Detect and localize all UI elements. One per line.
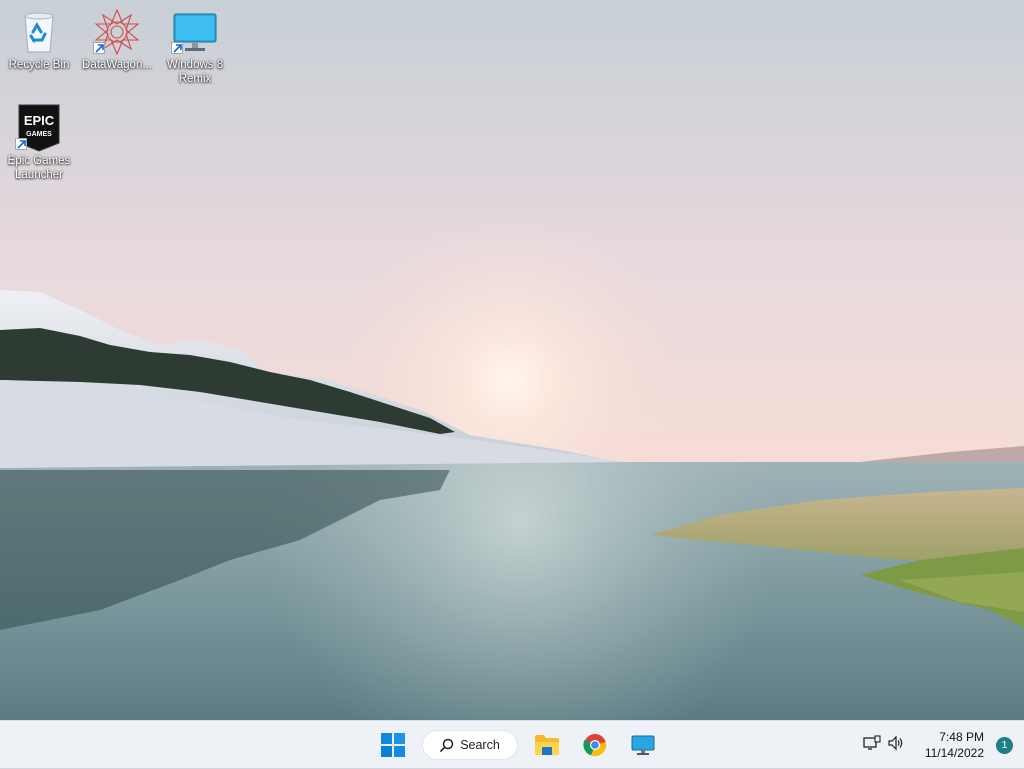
network-icon[interactable] (863, 734, 881, 756)
desktop-icon-label: Recycle Bin (8, 59, 70, 71)
monitor-icon (171, 8, 219, 56)
taskbar-apps: Search (374, 721, 662, 769)
desktop-icon-windows-8-remix[interactable]: Windows 8 Remix (159, 8, 231, 86)
notification-badge[interactable]: 1 (996, 736, 1013, 754)
shortcut-arrow-icon (171, 42, 183, 54)
taskbar-search-button[interactable]: Search (422, 730, 518, 760)
desktop-icon-label: Epic Games Launcher (7, 155, 71, 181)
taskbar-clock[interactable]: 7:48 PM 11/14/2022 (925, 729, 984, 761)
desktop-icon-recycle-bin[interactable]: Recycle Bin (3, 8, 75, 72)
desktop-icon-label: DataWagon... (82, 59, 152, 71)
search-label: Search (460, 738, 500, 752)
system-tray: 7:48 PM 11/14/2022 1 (863, 721, 1024, 769)
desktop-icon-datawagon[interactable]: DataWagon... (81, 8, 153, 72)
clock-time: 7:48 PM (939, 730, 984, 744)
search-icon (440, 738, 454, 752)
clock-date: 11/14/2022 (924, 746, 984, 760)
epic-games-icon: EPIC GAMES (15, 104, 63, 152)
taskbar: Search 7:48 PM 11/14/2022 1 (0, 720, 1024, 768)
folder-icon (535, 735, 559, 755)
epic-logo-subtext: GAMES (26, 131, 52, 138)
windows-start-icon (381, 733, 405, 757)
recycle-bin-icon (15, 8, 63, 56)
shortcut-arrow-icon (15, 138, 27, 150)
speaker-icon[interactable] (887, 735, 905, 756)
epic-logo-text: EPIC (24, 113, 55, 128)
taskbar-app-remote-desktop[interactable] (624, 726, 662, 764)
shortcut-arrow-icon (93, 42, 105, 54)
desktop-icon-epic-games-launcher[interactable]: EPIC GAMES Epic Games Launcher (3, 104, 75, 182)
taskbar-app-file-explorer[interactable] (528, 726, 566, 764)
desktop-wallpaper (0, 0, 1024, 720)
monitor-icon (631, 735, 655, 755)
taskbar-app-chrome[interactable] (576, 726, 614, 764)
chrome-icon (583, 734, 606, 757)
start-button[interactable] (374, 726, 412, 764)
desktop-icon-label: Windows 8 Remix (166, 59, 224, 85)
datawagon-icon (93, 8, 141, 56)
